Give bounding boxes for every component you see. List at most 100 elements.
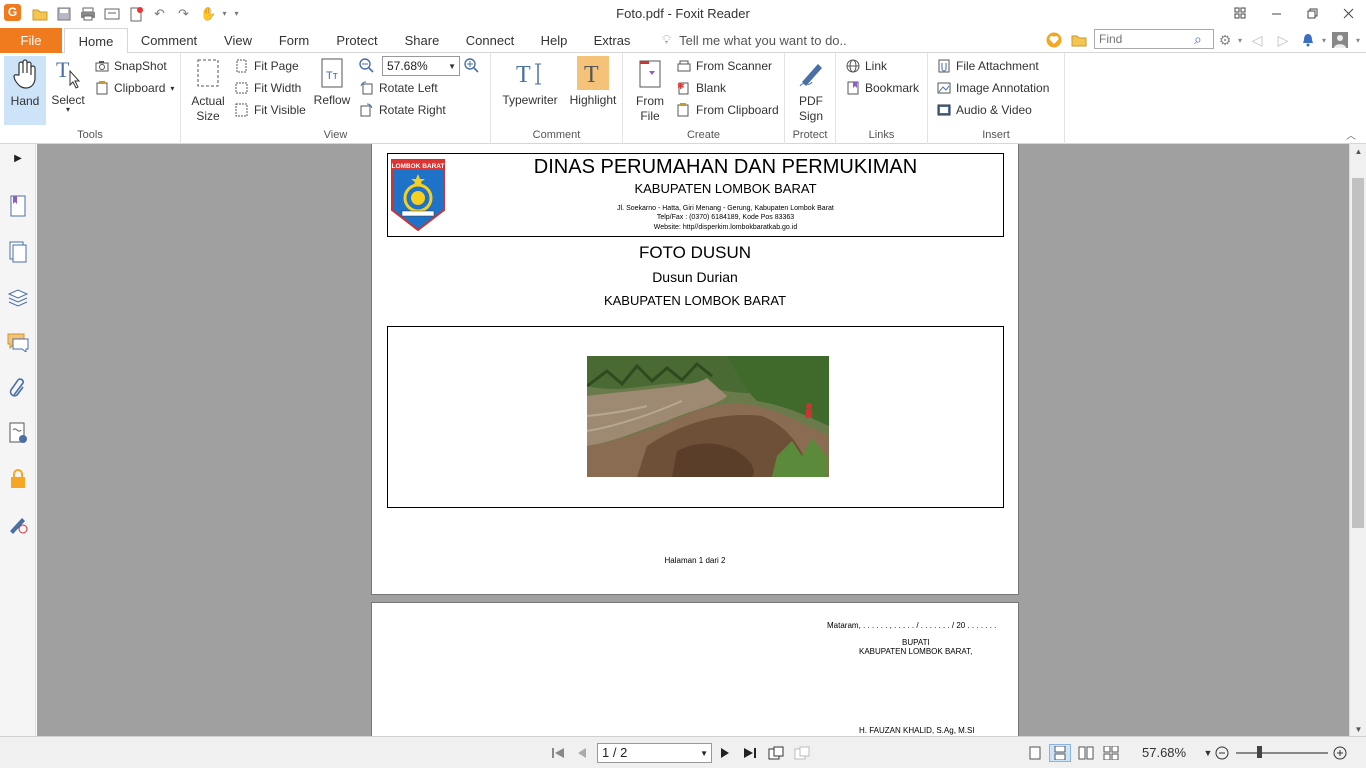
properties-icon[interactable] [103,5,120,22]
heart-icon[interactable] [1044,30,1064,50]
bookmarks-icon[interactable] [6,194,30,218]
back-arrow-icon[interactable]: ◁ [1247,30,1267,50]
zoom-out-icon[interactable] [359,58,374,73]
redo-icon[interactable]: ↷ [175,5,192,22]
document-view[interactable]: LOMBOK BARAT DINAS PERUMAHAN DAN PERMUKI… [37,144,1349,736]
undo-icon[interactable]: ↶ [151,5,168,22]
select-button[interactable]: T Select ▾ [48,56,88,114]
photo-frame [387,326,1004,508]
facing-view-icon[interactable] [1077,744,1095,762]
tab-help[interactable]: Help [534,28,574,53]
from-clipboard-button[interactable]: From Clipboard [676,100,779,120]
find-folder-icon[interactable] [1069,30,1089,50]
from-file-label-1: From [636,94,664,108]
document-region: KABUPATEN LOMBOK BARAT [603,293,787,308]
collapse-ribbon-icon[interactable]: ︿ [1346,127,1356,142]
file-attachment-button[interactable]: File Attachment [936,56,1039,76]
tab-protect[interactable]: Protect [329,28,385,53]
scrollbar-thumb[interactable] [1352,178,1364,528]
reflow-button[interactable]: Tт Reflow [311,56,353,107]
status-zoom-value[interactable]: 57.68% [1142,745,1186,760]
regency-emblem: LOMBOK BARAT [390,158,446,232]
expand-panel-icon[interactable]: ▶ [6,146,30,170]
highlight-button[interactable]: T Highlight [567,56,619,107]
print-icon[interactable] [79,5,96,22]
hand-button[interactable]: Hand [4,56,46,125]
status-zoom-out-icon[interactable] [1213,744,1231,762]
security-lock-icon[interactable] [6,467,30,491]
new-pdf-icon[interactable] [127,5,144,22]
clipboard-button[interactable]: Clipboard ▾ [94,78,174,98]
zoom-slider-track[interactable] [1236,752,1328,754]
last-page-icon[interactable] [741,744,759,762]
link-button[interactable]: Link [845,56,887,76]
next-page-icon[interactable] [716,744,734,762]
snapshot-button[interactable]: SnapShot [94,56,167,76]
user-avatar[interactable] [1330,30,1350,50]
maximize-button[interactable] [1294,0,1330,26]
pdf-sign-button[interactable]: PDF Sign [793,56,829,123]
comments-icon[interactable] [6,330,30,354]
from-scanner-button[interactable]: From Scanner [676,56,772,76]
continuous-view-icon[interactable] [1049,744,1071,762]
landslide-road-photo [586,356,829,477]
image-annotation-button[interactable]: Image Annotation [936,78,1049,98]
tab-form[interactable]: Form [272,28,316,53]
open-folder-icon[interactable] [31,5,48,22]
user-dropdown-icon[interactable]: ▾ [1348,30,1366,50]
fit-visible-button[interactable]: Fit Visible [234,100,306,120]
previous-page-icon[interactable] [573,744,591,762]
audio-video-button[interactable]: Audio & Video [936,100,1032,120]
close-button[interactable] [1330,0,1366,26]
typewriter-button[interactable]: T Typewriter [499,56,561,107]
fit-page-button[interactable]: Fit Page [234,56,299,76]
rotate-right-button[interactable]: Rotate Right [359,100,446,120]
zoom-slider-thumb[interactable] [1257,746,1262,758]
pages-icon[interactable] [6,240,30,264]
page-number-input[interactable]: 1 / 2 ▼ [597,743,712,763]
zoom-select[interactable]: 57.68% ▼ [382,56,460,76]
save-icon[interactable] [55,5,72,22]
hand-tool-quick-icon[interactable]: ✋ [200,5,217,22]
tell-me-box[interactable]: 💡︎ Tell me what you want to do.. [662,32,847,48]
blank-button[interactable]: ✱ Blank [676,78,726,98]
pdf-sign-label-1: PDF [799,94,823,108]
reflow-label: Reflow [313,93,351,107]
tab-comment[interactable]: Comment [134,28,204,53]
zoom-dropdown-icon[interactable]: ▼ [448,62,456,71]
status-zoom-in-icon[interactable] [1331,744,1349,762]
restore-layout-icon[interactable] [1222,0,1258,26]
tab-share[interactable]: Share [398,28,446,53]
minimize-button[interactable] [1258,0,1294,26]
tab-file[interactable]: File [0,28,62,53]
scroll-down-icon[interactable]: ▼ [1350,722,1366,736]
tab-extras[interactable]: Extras [588,28,636,53]
layers-icon[interactable] [6,285,30,309]
from-file-button[interactable]: From File [631,56,669,123]
search-icon[interactable]: ⌕ [1194,31,1202,48]
digital-sign-icon[interactable] [6,512,30,536]
first-page-icon[interactable] [549,744,567,762]
attachments-icon[interactable] [6,376,30,400]
zoom-in-icon[interactable] [464,58,479,73]
scroll-up-icon[interactable]: ▲ [1350,144,1366,158]
tab-view[interactable]: View [216,28,260,53]
rotate-left-button[interactable]: Rotate Left [359,78,438,98]
single-page-view-icon[interactable] [1026,744,1044,762]
fit-width-button[interactable]: Fit Width [234,78,301,98]
customize-quick-access-icon[interactable]: ▾ [228,5,245,22]
clipboard-dropdown-icon[interactable]: ▾ [170,84,174,93]
bookmark-button[interactable]: Bookmark [845,78,919,98]
from-clipboard-icon [676,103,691,118]
signatures-icon[interactable] [6,421,30,445]
forward-arrow-icon[interactable]: ▷ [1273,30,1293,50]
actual-size-button[interactable]: Actual Size [187,56,229,123]
tab-connect[interactable]: Connect [459,28,521,53]
vertical-scrollbar[interactable]: ▲ ▼ [1349,144,1366,736]
app-logo[interactable]: G [4,4,21,21]
continuous-facing-view-icon[interactable] [1102,744,1120,762]
next-view-icon[interactable] [793,744,811,762]
previous-view-icon[interactable] [767,744,785,762]
page-dropdown-icon[interactable]: ▼ [700,749,708,758]
tab-home[interactable]: Home [64,28,128,54]
